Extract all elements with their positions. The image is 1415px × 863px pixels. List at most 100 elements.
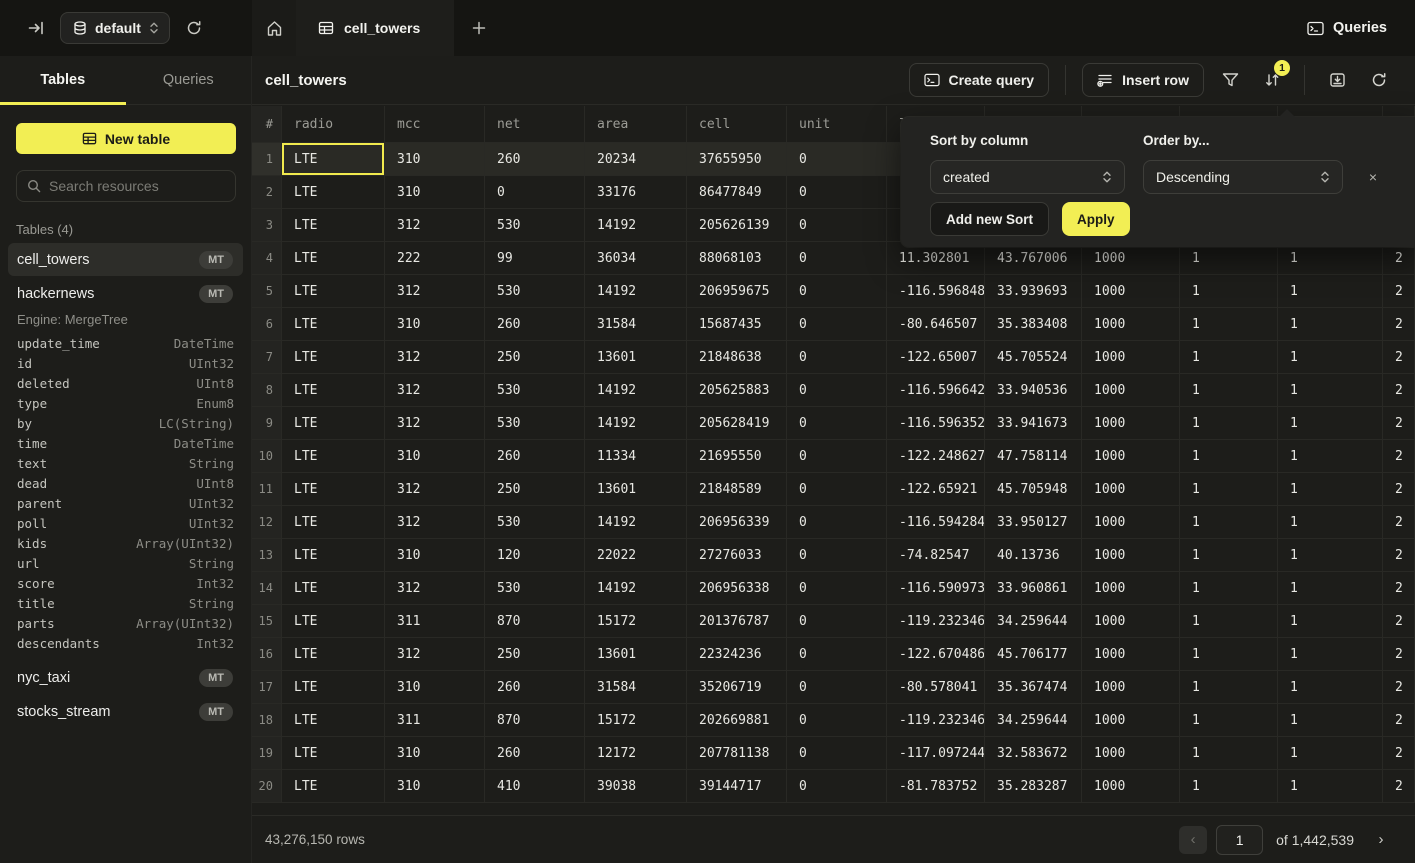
insert-row-button[interactable]: Insert row <box>1082 63 1204 97</box>
table-cell[interactable]: 202669881 <box>687 704 787 737</box>
table-cell[interactable]: 14192 <box>585 572 687 605</box>
tab-home[interactable] <box>252 0 296 56</box>
table-cell[interactable]: 530 <box>485 506 585 539</box>
table-cell[interactable]: 40.13736 <box>985 539 1082 572</box>
table-cell[interactable]: 207781138 <box>687 737 787 770</box>
sidebar-tab-queries[interactable]: Queries <box>126 56 252 104</box>
table-cell[interactable]: LTE <box>282 737 385 770</box>
table-cell[interactable]: 22324236 <box>687 638 787 671</box>
table-cell[interactable]: 0 <box>787 209 887 242</box>
table-cell[interactable]: 37655950 <box>687 143 787 176</box>
database-selector[interactable]: default <box>60 12 170 44</box>
table-cell[interactable]: 0 <box>787 506 887 539</box>
table-cell[interactable]: 312 <box>385 473 485 506</box>
table-cell[interactable]: 2 <box>1383 605 1415 638</box>
table-cell[interactable]: 2 <box>1383 770 1415 803</box>
table-cell[interactable]: 1 <box>1278 473 1383 506</box>
table-cell[interactable]: 2 <box>1383 737 1415 770</box>
create-query-button[interactable]: Create query <box>909 63 1050 97</box>
table-cell[interactable]: 1000 <box>1082 737 1180 770</box>
table-cell[interactable]: 33.960861 <box>985 572 1082 605</box>
table-cell[interactable]: 260 <box>485 440 585 473</box>
table-cell[interactable]: 0 <box>787 341 887 374</box>
table-cell[interactable]: 2 <box>1383 671 1415 704</box>
table-cell[interactable]: 206956338 <box>687 572 787 605</box>
table-cell[interactable]: 1000 <box>1082 539 1180 572</box>
table-cell[interactable]: 530 <box>485 209 585 242</box>
table-cell[interactable]: 0 <box>787 374 887 407</box>
table-cell[interactable]: 0 <box>787 737 887 770</box>
table-cell[interactable]: 1 <box>1278 572 1383 605</box>
table-cell[interactable]: 310 <box>385 308 485 341</box>
remove-sort-button[interactable]: × <box>1363 167 1383 187</box>
table-cell[interactable]: 36034 <box>585 242 687 275</box>
table-cell[interactable]: -119.232346 <box>887 605 985 638</box>
table-cell[interactable]: 1000 <box>1082 407 1180 440</box>
table-cell[interactable]: 1 <box>1180 275 1278 308</box>
table-cell[interactable]: 31584 <box>585 671 687 704</box>
table-cell[interactable]: 35.283287 <box>985 770 1082 803</box>
table-cell[interactable]: 1 <box>1180 737 1278 770</box>
table-cell[interactable]: 12172 <box>585 737 687 770</box>
new-tab-button[interactable] <box>454 0 504 56</box>
column-header-mcc[interactable]: mcc <box>385 106 485 143</box>
table-cell[interactable]: 45.705524 <box>985 341 1082 374</box>
table-cell[interactable]: 0 <box>787 275 887 308</box>
sidebar-table-item-cell_towers[interactable]: cell_towersMT <box>8 243 243 276</box>
table-cell[interactable]: LTE <box>282 341 385 374</box>
table-cell[interactable]: 870 <box>485 704 585 737</box>
table-cell[interactable]: -80.578041 <box>887 671 985 704</box>
table-cell[interactable]: 312 <box>385 572 485 605</box>
table-cell[interactable]: 1 <box>1278 671 1383 704</box>
table-cell[interactable]: 21695550 <box>687 440 787 473</box>
table-cell[interactable]: 260 <box>485 737 585 770</box>
table-cell[interactable]: 33.939693 <box>985 275 1082 308</box>
table-cell[interactable]: 2 <box>1383 374 1415 407</box>
table-cell[interactable]: 27276033 <box>687 539 787 572</box>
table-cell[interactable]: 0 <box>787 176 887 209</box>
column-header-cell[interactable]: cell <box>687 106 787 143</box>
refresh-database-icon[interactable] <box>180 14 208 42</box>
table-cell[interactable]: 311 <box>385 605 485 638</box>
table-cell[interactable]: 2 <box>1383 341 1415 374</box>
table-cell[interactable]: LTE <box>282 770 385 803</box>
table-cell[interactable]: 1 <box>1180 539 1278 572</box>
table-cell[interactable]: 1 <box>1180 506 1278 539</box>
table-cell[interactable]: 530 <box>485 374 585 407</box>
table-cell[interactable]: LTE <box>282 242 385 275</box>
column-header-radio[interactable]: radio <box>282 106 385 143</box>
table-cell[interactable]: 0 <box>787 473 887 506</box>
table-cell[interactable]: 1 <box>1180 440 1278 473</box>
sidebar-table-item-hackernews[interactable]: hackernewsMT <box>8 277 243 310</box>
table-cell[interactable]: LTE <box>282 440 385 473</box>
table-cell[interactable]: 205626139 <box>687 209 787 242</box>
table-cell[interactable]: 1 <box>1278 407 1383 440</box>
table-cell[interactable]: 250 <box>485 473 585 506</box>
table-cell[interactable]: 21848589 <box>687 473 787 506</box>
sort-button[interactable]: 1 <box>1256 64 1288 96</box>
table-cell[interactable]: 2 <box>1383 572 1415 605</box>
table-cell[interactable]: 34.259644 <box>985 605 1082 638</box>
table-cell[interactable]: 250 <box>485 638 585 671</box>
table-cell[interactable]: 310 <box>385 143 485 176</box>
table-cell[interactable]: LTE <box>282 506 385 539</box>
table-cell[interactable]: 1000 <box>1082 440 1180 473</box>
table-cell[interactable]: 1 <box>1180 308 1278 341</box>
table-cell[interactable]: 870 <box>485 605 585 638</box>
table-cell[interactable]: 0 <box>787 143 887 176</box>
apply-sort-button[interactable]: Apply <box>1062 202 1130 236</box>
table-cell[interactable]: 47.758114 <box>985 440 1082 473</box>
table-cell[interactable]: 1000 <box>1082 308 1180 341</box>
table-cell[interactable]: 0 <box>787 440 887 473</box>
table-cell[interactable]: 201376787 <box>687 605 787 638</box>
page-number-input[interactable] <box>1216 825 1263 855</box>
table-cell[interactable]: 260 <box>485 308 585 341</box>
table-cell[interactable]: 14192 <box>585 209 687 242</box>
table-cell[interactable]: -117.097244 <box>887 737 985 770</box>
table-cell[interactable]: 312 <box>385 506 485 539</box>
table-cell[interactable]: 0 <box>787 704 887 737</box>
table-cell[interactable]: 1000 <box>1082 275 1180 308</box>
sort-order-select[interactable]: Descending <box>1143 160 1343 194</box>
table-cell[interactable]: 1 <box>1278 737 1383 770</box>
table-cell[interactable]: 530 <box>485 407 585 440</box>
